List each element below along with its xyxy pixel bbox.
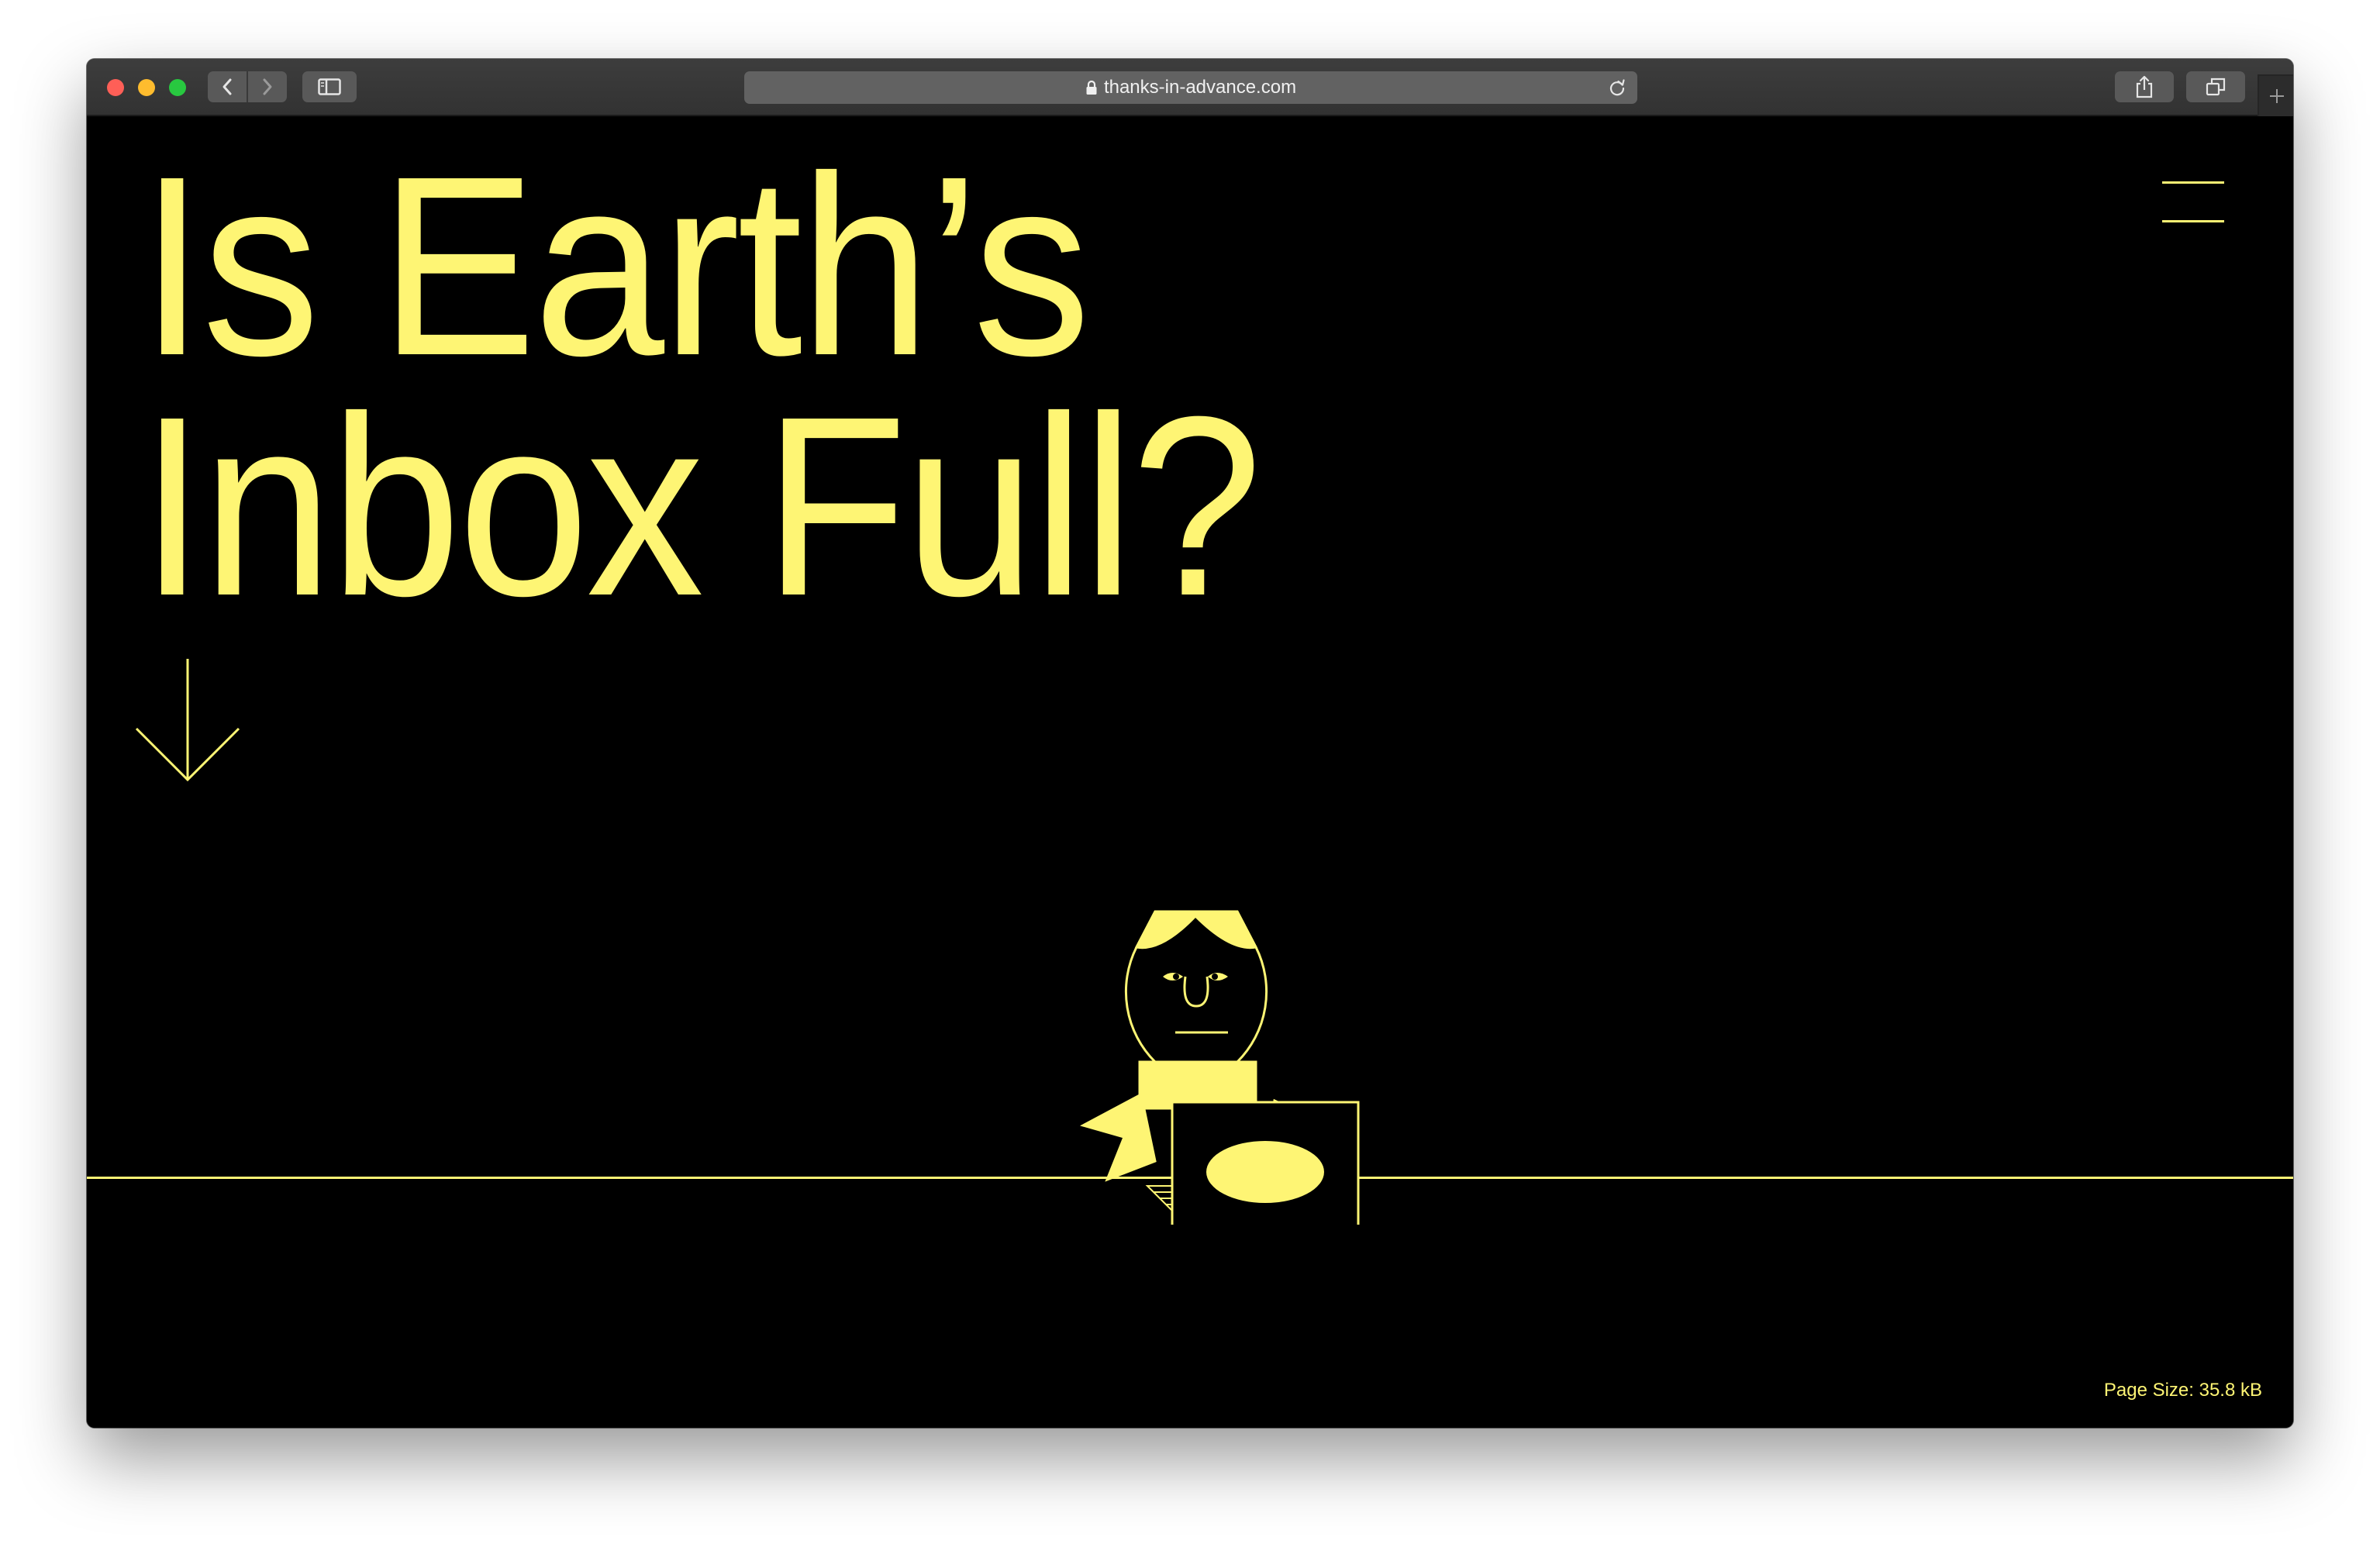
close-window-button[interactable] (107, 79, 124, 96)
reload-button[interactable] (1608, 78, 1626, 102)
navigation-buttons (208, 71, 287, 102)
minimize-window-button[interactable] (138, 79, 155, 96)
plus-icon (2270, 89, 2284, 103)
forward-button[interactable] (247, 71, 287, 102)
arrow-down-icon (135, 659, 240, 782)
zoom-window-button[interactable] (169, 79, 186, 96)
scroll-down-arrow[interactable] (133, 657, 242, 785)
tab-overview-icon (2206, 78, 2226, 96)
reload-icon (1609, 79, 1625, 96)
person-with-mailbox-illustration (1017, 860, 1374, 1251)
address-bar[interactable]: thanks-in-advance.com (744, 71, 1637, 104)
sidebar-button[interactable] (302, 71, 357, 102)
chevron-right-icon (263, 78, 272, 95)
sidebar-icon (318, 78, 341, 95)
share-button[interactable] (2115, 71, 2174, 102)
web-page: Is Earth’s Inbox Full? Page Size: 35.8 k… (87, 116, 2293, 1428)
browser-window: thanks-in-advance.com Is Earth’s Inbox F… (87, 59, 2293, 1428)
chevron-left-icon (222, 78, 232, 95)
url-text: thanks-in-advance.com (1103, 77, 1297, 98)
share-icon (2136, 75, 2153, 98)
new-tab-button[interactable] (2258, 74, 2293, 116)
browser-toolbar: thanks-in-advance.com (87, 59, 2293, 116)
tab-overview-button[interactable] (2186, 71, 2245, 102)
page-headline: Is Earth’s Inbox Full? (140, 122, 1262, 649)
back-button[interactable] (208, 71, 247, 102)
lock-icon (1085, 80, 1098, 95)
hamburger-menu-button[interactable] (2162, 181, 2224, 228)
page-size-label: Page Size: 35.8 kB (2103, 1380, 2262, 1401)
hamburger-menu-icon (2162, 181, 2224, 184)
